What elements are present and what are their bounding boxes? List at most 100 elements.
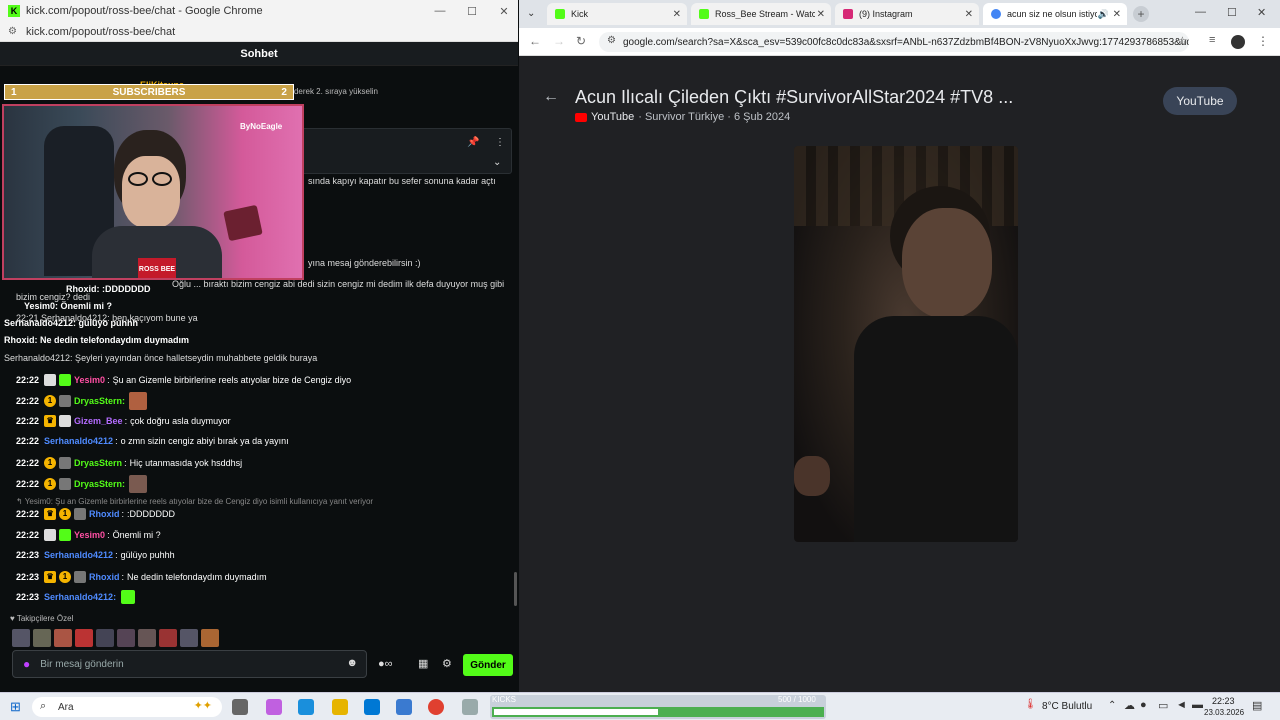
maximize-button[interactable]: ☐ [1227, 6, 1237, 19]
msg-user[interactable]: Serhanaldo4212 [44, 436, 113, 446]
file-explorer-icon[interactable] [332, 699, 348, 715]
weather-text[interactable]: 8°C Bulutlu [1042, 701, 1092, 712]
reading-list-icon[interactable]: ≡ [1209, 34, 1215, 46]
emote-image[interactable] [75, 629, 93, 647]
chevron-down-icon[interactable]: ⌄ [493, 157, 501, 168]
back-icon[interactable]: ← [529, 34, 541, 48]
msg-time: 22:22 [16, 530, 40, 540]
users-icon[interactable]: ●∞ [378, 658, 393, 670]
followers-label: ♥ Takipçilere Özel [10, 614, 74, 623]
msg-user[interactable]: DryasStern [74, 458, 122, 468]
channel-date: · Survivor Türkiye · 6 Şub 2024 [638, 111, 791, 123]
close-icon[interactable]: ✕ [1113, 9, 1121, 20]
gift-box-icon[interactable]: ▦ [418, 657, 428, 670]
emote-image[interactable] [138, 629, 156, 647]
close-button[interactable]: ✕ [488, 0, 520, 22]
mic-icon[interactable]: ● [23, 657, 30, 671]
site-info-icon[interactable]: ⚙ [8, 26, 18, 37]
close-icon[interactable]: ✕ [673, 9, 681, 20]
windows-start-icon[interactable]: ⊞ [10, 699, 21, 715]
youtube-button[interactable]: YouTube [1163, 87, 1237, 115]
emote-image[interactable] [180, 629, 198, 647]
msg-user[interactable]: Yesim0 [74, 375, 105, 385]
close-button[interactable]: ✕ [1257, 6, 1266, 19]
emote-image[interactable] [54, 629, 72, 647]
sign-prop [223, 204, 263, 242]
app-icon[interactable] [396, 699, 412, 715]
clock-date[interactable]: 23.03.2026 [1204, 708, 1244, 717]
clock-time[interactable]: 22:23 [1212, 696, 1235, 706]
msg-user[interactable]: DryasStern: [74, 479, 125, 489]
msg-user[interactable]: Yesim0 [74, 530, 105, 540]
maximize-button[interactable]: ☐ [456, 0, 488, 22]
source-label: YouTube [591, 111, 635, 123]
weather-icon[interactable]: 🌡 [1024, 699, 1037, 710]
badge-icon [44, 529, 57, 541]
tab-instagram[interactable]: (9) Instagram ✕ [835, 3, 979, 25]
emoji-icon[interactable]: ☻ [346, 657, 358, 669]
mic-icon[interactable]: ● [1140, 699, 1147, 711]
pin-icon[interactable]: 📌 [467, 137, 479, 148]
partial-line: Rhoxid: Ne dedin telefondaydım duymadım [4, 335, 190, 345]
chat-input[interactable]: ● Bir mesaj gönderin ☻ [12, 650, 367, 678]
emote-image[interactable] [201, 629, 219, 647]
audio-icon[interactable]: 🔊 [1098, 9, 1109, 20]
close-icon[interactable]: ✕ [817, 9, 825, 20]
minimize-button[interactable]: — [424, 0, 456, 22]
reply-notice: ↰ Yesim0: Şu an Gizemle birbirlerine ree… [16, 497, 374, 506]
msg-user[interactable]: DryasStern: [74, 396, 125, 406]
app-icon[interactable] [462, 699, 478, 715]
edge-icon[interactable] [298, 699, 314, 715]
menu-icon[interactable]: ⋮ [1257, 34, 1269, 48]
settings-icon[interactable]: ⚙ [442, 657, 452, 670]
forward-icon[interactable]: → [553, 34, 565, 48]
notification-icon[interactable]: ▤ [1252, 699, 1262, 712]
msg-user[interactable]: Serhanaldo4212: [44, 592, 116, 602]
instagram-icon [843, 9, 853, 19]
badge-icon: 1 [59, 508, 72, 520]
msg-user[interactable]: Rhoxid [89, 509, 120, 519]
msg-user[interactable]: Gizem_Bee [74, 416, 123, 426]
tab-ross-bee[interactable]: Ross_Bee Stream - Watch Li ✕ [691, 3, 831, 25]
emote-image[interactable] [33, 629, 51, 647]
person-face [902, 208, 992, 318]
emote-image[interactable] [117, 629, 135, 647]
volume-icon[interactable]: ◄ [1176, 699, 1187, 711]
tab-search-icon[interactable]: ⌄ [527, 8, 535, 19]
tab-google-search[interactable]: acun siz ne olsun istiyor 🔊 ✕ [983, 3, 1127, 25]
cloud-icon[interactable]: ☁ [1124, 699, 1135, 712]
pinned-message[interactable]: 📌 ⋮ ⌄ [300, 128, 512, 174]
chevron-up-icon[interactable]: ⌃ [1108, 700, 1116, 711]
chrome-icon[interactable] [428, 699, 444, 715]
msg-text: Önemli mi ? [112, 530, 161, 540]
cam-brand: ByNoEagle [240, 122, 283, 131]
new-tab-button[interactable]: + [1133, 6, 1149, 22]
emote-image[interactable] [159, 629, 177, 647]
taskbar-search[interactable]: ⌕ Ara ✦✦ [32, 697, 222, 717]
store-icon[interactable] [364, 699, 380, 715]
chat-scrollbar[interactable] [514, 572, 517, 606]
site-info-icon[interactable]: ⚙ [607, 35, 616, 46]
video-player[interactable] [794, 146, 1018, 542]
tab-kick[interactable]: Kick ✕ [547, 3, 687, 25]
avatar[interactable] [1231, 35, 1245, 49]
more-options-icon[interactable]: ⋮ [495, 137, 505, 148]
clapper-icon [74, 508, 87, 520]
url-input[interactable]: ⚙ google.com/search?sa=X&sca_esv=539c00f… [599, 32, 1189, 52]
send-button[interactable]: Gönder [463, 654, 513, 676]
close-icon[interactable]: ✕ [965, 9, 973, 20]
back-arrow-icon[interactable]: ← [543, 88, 559, 106]
emote-row [12, 629, 219, 647]
emote-image[interactable] [12, 629, 30, 647]
battery-icon[interactable]: ▬ [1192, 699, 1203, 711]
bookmark-star-icon[interactable]: ☆ [1177, 34, 1188, 48]
task-view-icon[interactable] [232, 699, 248, 715]
msg-user[interactable]: Serhanaldo4212 [44, 550, 113, 560]
msg-user[interactable]: Rhoxid [89, 572, 120, 582]
network-icon[interactable]: ▭ [1158, 699, 1168, 712]
emote-image[interactable] [96, 629, 114, 647]
address-bar[interactable]: ⚙ kick.com/popout/ross-bee/chat [0, 22, 518, 42]
minimize-button[interactable]: — [1195, 6, 1206, 18]
copilot-icon[interactable] [266, 699, 282, 715]
reload-icon[interactable]: ↻ [576, 34, 586, 48]
